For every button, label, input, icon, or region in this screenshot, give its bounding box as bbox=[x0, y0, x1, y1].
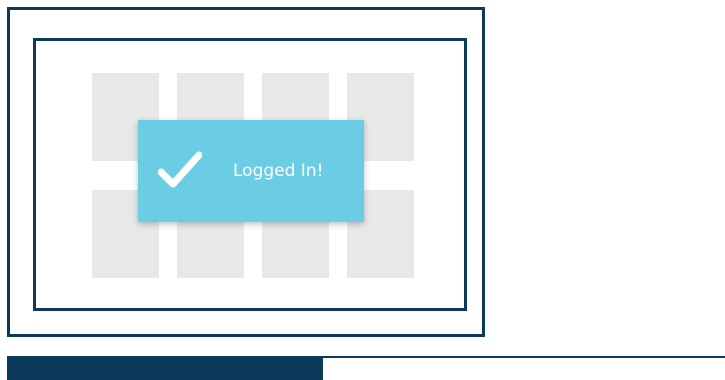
login-success-toast: Logged In! bbox=[138, 120, 364, 222]
toast-message: Logged In! bbox=[233, 161, 324, 181]
progress-bar bbox=[7, 356, 725, 380]
login-illustration: Logged In! bbox=[0, 0, 725, 380]
checkmark-icon bbox=[158, 151, 202, 188]
progress-fill bbox=[7, 356, 323, 380]
